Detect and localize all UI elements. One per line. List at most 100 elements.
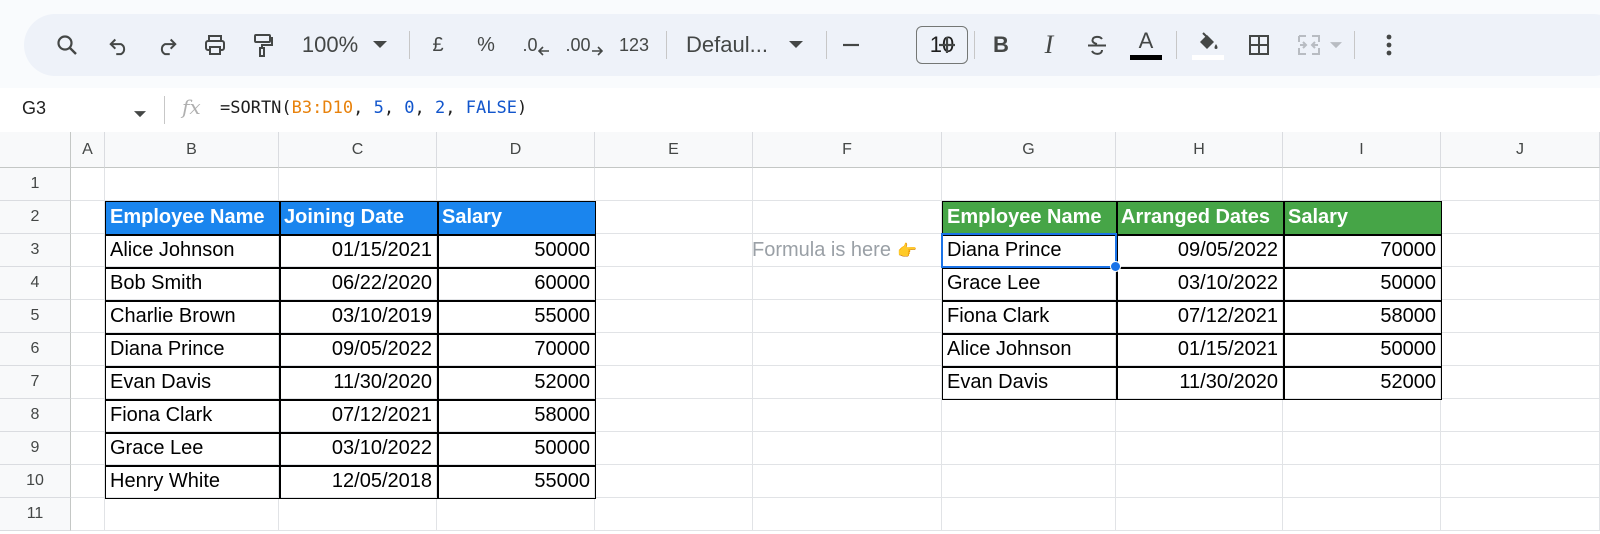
source-table-cell[interactable]: 07/12/2021	[279, 399, 437, 432]
result-table-cell[interactable]: 03/10/2022	[1116, 267, 1283, 300]
source-table-cell[interactable]: 01/15/2021	[279, 234, 437, 267]
source-table-cell[interactable]: 06/22/2020	[279, 267, 437, 300]
column-header-a[interactable]: A	[71, 132, 105, 168]
result-table-cell[interactable]: Fiona Clark	[942, 300, 1116, 333]
currency-format-button[interactable]: £	[424, 14, 452, 76]
fx-icon: fx	[182, 95, 201, 119]
source-table-header-cell: Joining Date	[279, 201, 437, 234]
source-table-cell[interactable]: Alice Johnson	[105, 234, 279, 267]
increase-decimal-button[interactable]: .00	[564, 14, 604, 76]
result-table-cell[interactable]: Grace Lee	[942, 267, 1116, 300]
text-color-button[interactable]: A	[1128, 14, 1164, 76]
source-table-cell[interactable]: Charlie Brown	[105, 300, 279, 333]
source-table-header-cell: Employee Name	[105, 201, 279, 234]
select-all-corner[interactable]	[0, 132, 71, 168]
source-table-cell[interactable]: 52000	[437, 366, 595, 399]
borders-icon[interactable]	[1244, 14, 1274, 76]
result-table-cell[interactable]: 07/12/2021	[1116, 300, 1283, 333]
source-table-cell[interactable]: 12/05/2018	[279, 465, 437, 498]
font-chevron-down-icon[interactable]	[786, 14, 806, 76]
column-header-h[interactable]: H	[1116, 132, 1283, 168]
source-table-border	[279, 201, 281, 498]
result-table-cell[interactable]: 11/30/2020	[1116, 366, 1283, 399]
source-table-cell[interactable]: 55000	[437, 465, 595, 498]
name-box[interactable]: G3	[22, 98, 46, 119]
source-table-cell[interactable]: 58000	[437, 399, 595, 432]
merge-cells-icon[interactable]	[1294, 14, 1324, 76]
source-table-cell[interactable]: 55000	[437, 300, 595, 333]
source-table-cell[interactable]: 03/10/2022	[279, 432, 437, 465]
result-table-cell[interactable]: Diana Prince	[942, 234, 1116, 267]
source-table-cell[interactable]: Bob Smith	[105, 267, 279, 300]
source-table-border	[105, 465, 595, 467]
result-table-cell[interactable]: 50000	[1283, 333, 1441, 366]
source-table-cell[interactable]: 70000	[437, 333, 595, 366]
name-box-chevron-down-icon[interactable]	[134, 105, 146, 123]
source-table-cell[interactable]: Grace Lee	[105, 432, 279, 465]
result-table-cell[interactable]: 70000	[1283, 234, 1441, 267]
row-header-10[interactable]: 10	[0, 465, 71, 498]
source-table-cell[interactable]: 50000	[437, 234, 595, 267]
source-table-cell[interactable]: Fiona Clark	[105, 399, 279, 432]
row-header-8[interactable]: 8	[0, 399, 71, 432]
source-table-cell[interactable]: Henry White	[105, 465, 279, 498]
result-table-cell[interactable]: 58000	[1283, 300, 1441, 333]
number-format-button[interactable]: 123	[614, 14, 654, 76]
row-header-1[interactable]: 1	[0, 168, 71, 201]
source-table-cell[interactable]: Evan Davis	[105, 366, 279, 399]
redo-icon[interactable]	[152, 14, 182, 76]
paint-format-icon[interactable]	[248, 14, 278, 76]
more-options-icon[interactable]	[1374, 14, 1404, 76]
percent-format-button[interactable]: %	[472, 14, 500, 76]
formula-input[interactable]: =SORTN(B3:D10, 5, 0, 2, FALSE)	[220, 98, 527, 118]
source-table-cell[interactable]: 11/30/2020	[279, 366, 437, 399]
column-header-e[interactable]: E	[595, 132, 753, 168]
fill-handle[interactable]	[1110, 261, 1121, 272]
row-header-2[interactable]: 2	[0, 201, 71, 234]
search-menus-icon[interactable]	[52, 14, 82, 76]
print-icon[interactable]	[200, 14, 230, 76]
source-table-border	[105, 267, 595, 269]
result-table-cell[interactable]: Alice Johnson	[942, 333, 1116, 366]
undo-icon[interactable]	[104, 14, 134, 76]
increase-font-size-icon[interactable]	[932, 14, 962, 76]
toolbar-divider	[1176, 31, 1177, 59]
result-table-cell[interactable]: 09/05/2022	[1116, 234, 1283, 267]
column-header-f[interactable]: F	[753, 132, 942, 168]
decrease-decimal-button[interactable]: .0	[518, 14, 554, 76]
column-header-j[interactable]: J	[1441, 132, 1600, 168]
arrow-left-icon	[537, 46, 549, 56]
bold-button[interactable]: B	[986, 14, 1016, 76]
result-table-cell[interactable]: 50000	[1283, 267, 1441, 300]
source-table-cell[interactable]: 50000	[437, 432, 595, 465]
row-header-6[interactable]: 6	[0, 333, 71, 366]
column-header-c[interactable]: C	[279, 132, 437, 168]
formula-separator: ,	[383, 98, 405, 118]
strikethrough-icon[interactable]	[1082, 14, 1112, 76]
row-header-9[interactable]: 9	[0, 432, 71, 465]
source-table-cell[interactable]: Diana Prince	[105, 333, 279, 366]
zoom-chevron-down-icon[interactable]	[370, 14, 390, 76]
row-header-5[interactable]: 5	[0, 300, 71, 333]
toolbar-divider	[1354, 31, 1355, 59]
row-header-11[interactable]: 11	[0, 498, 71, 531]
row-header-3[interactable]: 3	[0, 234, 71, 267]
font-select[interactable]: Defaul...	[686, 14, 782, 76]
decrease-font-size-icon[interactable]	[836, 14, 866, 76]
italic-button[interactable]: I	[1034, 14, 1064, 76]
column-header-i[interactable]: I	[1283, 132, 1441, 168]
zoom-select[interactable]: 100%	[294, 14, 366, 76]
column-header-d[interactable]: D	[437, 132, 595, 168]
source-table-cell[interactable]: 03/10/2019	[279, 300, 437, 333]
fill-color-icon[interactable]	[1190, 14, 1226, 76]
result-table-cell[interactable]: Evan Davis	[942, 366, 1116, 399]
source-table-cell[interactable]: 60000	[437, 267, 595, 300]
result-table-cell[interactable]: 52000	[1283, 366, 1441, 399]
row-header-7[interactable]: 7	[0, 366, 71, 399]
column-header-b[interactable]: B	[105, 132, 279, 168]
column-header-g[interactable]: G	[942, 132, 1116, 168]
result-table-cell[interactable]: 01/15/2021	[1116, 333, 1283, 366]
merge-chevron-down-icon[interactable]	[1326, 14, 1346, 76]
source-table-cell[interactable]: 09/05/2022	[279, 333, 437, 366]
row-header-4[interactable]: 4	[0, 267, 71, 300]
